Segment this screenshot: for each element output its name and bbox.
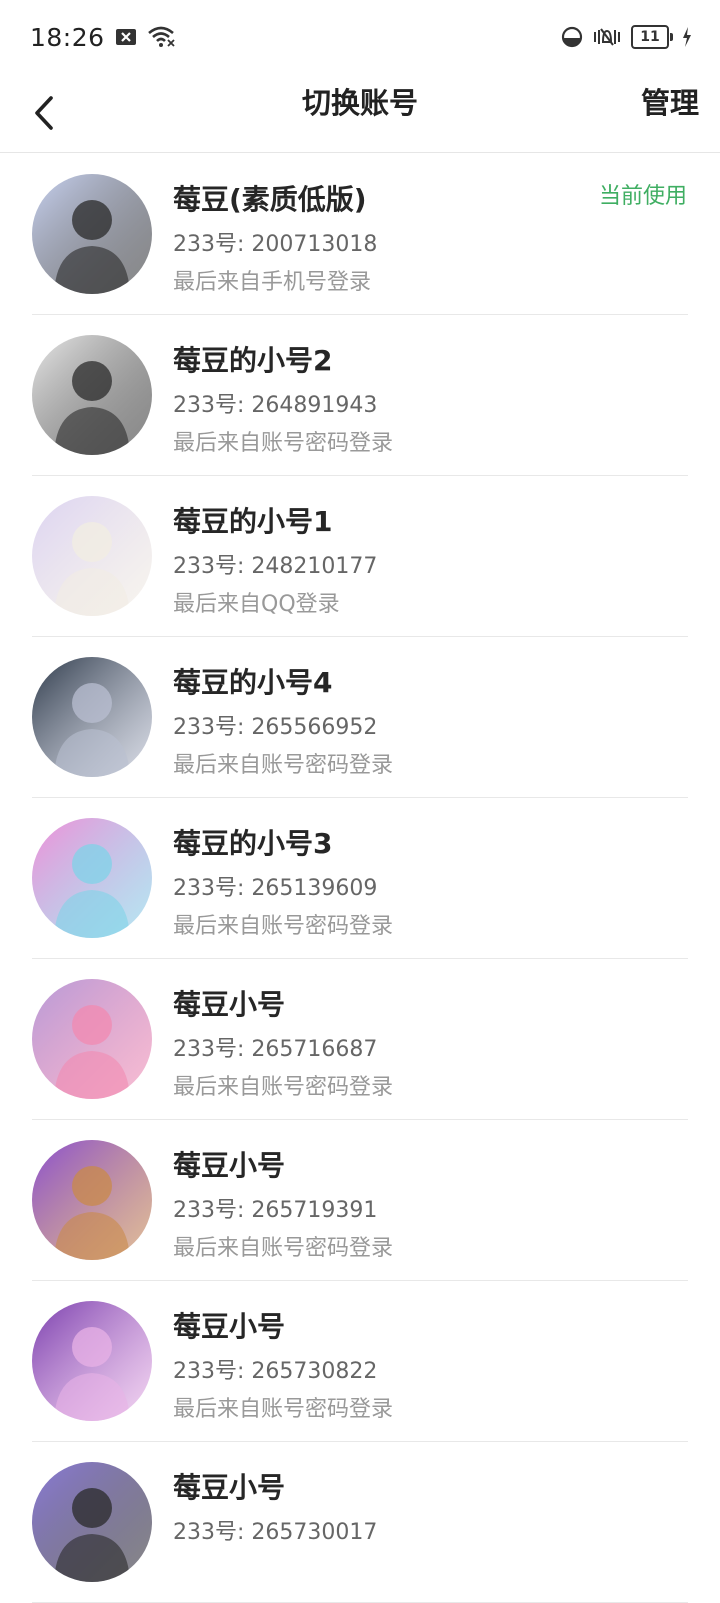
account-row[interactable]: 莓豆的小号1 233号: 248210177 最后来自QQ登录 [0, 476, 720, 637]
avatar [32, 496, 152, 616]
account-name: 莓豆的小号3 [173, 827, 333, 860]
account-name: 莓豆的小号2 [173, 344, 333, 377]
last-login-method: 最后来自账号密码登录 [173, 1236, 394, 1261]
last-login-method: 最后来自QQ登录 [173, 592, 340, 617]
last-login-method: 最后来自手机号登录 [173, 270, 372, 295]
status-time: 18:26 [30, 22, 105, 52]
account-row[interactable]: 莓豆小号 233号: 265719391 最后来自账号密码登录 [0, 1120, 720, 1281]
avatar [32, 979, 152, 1099]
manage-button[interactable]: 管理 [641, 74, 699, 132]
battery-level: 11 [631, 25, 669, 49]
account-id: 233号: 264891943 [173, 393, 378, 418]
notification-x-icon [115, 28, 137, 46]
account-name: 莓豆的小号1 [173, 505, 333, 538]
account-id: 233号: 248210177 [173, 554, 378, 579]
last-login-method: 最后来自账号密码登录 [173, 914, 394, 939]
avatar [32, 657, 152, 777]
avatar [32, 1140, 152, 1260]
account-row[interactable]: 莓豆(素质低版) 233号: 200713018 最后来自手机号登录 当前使用 [0, 154, 720, 315]
vibrate-icon [592, 26, 622, 48]
wifi-icon [147, 26, 175, 48]
account-name: 莓豆的小号4 [173, 666, 333, 699]
avatar [32, 335, 152, 455]
avatar [32, 1462, 152, 1582]
account-name: 莓豆小号 [173, 988, 286, 1021]
last-login-method: 最后来自账号密码登录 [173, 1075, 394, 1100]
account-id: 233号: 265716687 [173, 1037, 378, 1062]
account-id: 233号: 265730822 [173, 1359, 378, 1384]
avatar [32, 1301, 152, 1421]
account-name: 莓豆小号 [173, 1310, 286, 1343]
account-row[interactable]: 莓豆小号 233号: 265716687 最后来自账号密码登录 [0, 959, 720, 1120]
account-name: 莓豆小号 [173, 1149, 286, 1182]
account-row[interactable]: 莓豆的小号3 233号: 265139609 最后来自账号密码登录 [0, 798, 720, 959]
account-row[interactable]: 莓豆小号 233号: 265730822 最后来自账号密码登录 [0, 1281, 720, 1442]
data-saver-icon [561, 26, 583, 48]
last-login-method: 最后来自账号密码登录 [173, 1397, 394, 1422]
last-login-method: 最后来自账号密码登录 [173, 753, 394, 778]
page-title: 切换账号 [301, 86, 418, 120]
account-row[interactable]: 莓豆小号 233号: 265730017 [0, 1442, 720, 1603]
account-id: 233号: 265566952 [173, 715, 378, 740]
account-name: 莓豆(素质低版) [173, 183, 367, 216]
current-account-badge: 当前使用 [598, 184, 687, 209]
account-row[interactable]: 莓豆的小号2 233号: 264891943 最后来自账号密码登录 [0, 315, 720, 476]
chevron-left-icon [35, 96, 53, 130]
back-button[interactable] [32, 86, 72, 140]
avatar [32, 818, 152, 938]
account-id: 233号: 265719391 [173, 1198, 378, 1223]
avatar [32, 174, 152, 294]
account-id: 233号: 265730017 [173, 1520, 378, 1545]
status-bar: 18:26 11 [0, 0, 720, 74]
last-login-method: 最后来自账号密码登录 [173, 431, 394, 456]
account-list: 莓豆(素质低版) 233号: 200713018 最后来自手机号登录 当前使用莓豆的小… [0, 154, 720, 1603]
account-row[interactable]: 莓豆的小号4 233号: 265566952 最后来自账号密码登录 [0, 637, 720, 798]
account-name: 莓豆小号 [173, 1471, 286, 1504]
account-id: 233号: 200713018 [173, 232, 378, 257]
app-header: 切换账号 管理 [0, 74, 720, 153]
battery-icon: 11 [631, 25, 673, 49]
account-id: 233号: 265139609 [173, 876, 378, 901]
charging-icon [682, 27, 692, 47]
